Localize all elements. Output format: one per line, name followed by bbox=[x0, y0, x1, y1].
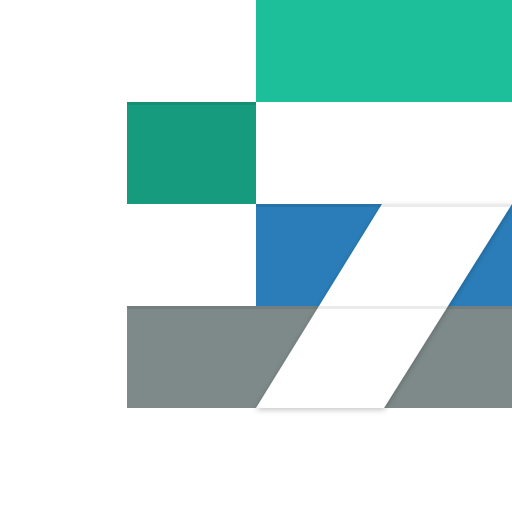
top-teal-block bbox=[256, 0, 512, 102]
seam-shadow-1 bbox=[127, 102, 256, 105]
seam-shadow-3 bbox=[127, 306, 512, 309]
dark-teal-block bbox=[127, 102, 256, 204]
logo-mark-z bbox=[127, 0, 512, 408]
seam-shadow-2 bbox=[256, 204, 512, 207]
logo-canvas bbox=[0, 0, 512, 512]
